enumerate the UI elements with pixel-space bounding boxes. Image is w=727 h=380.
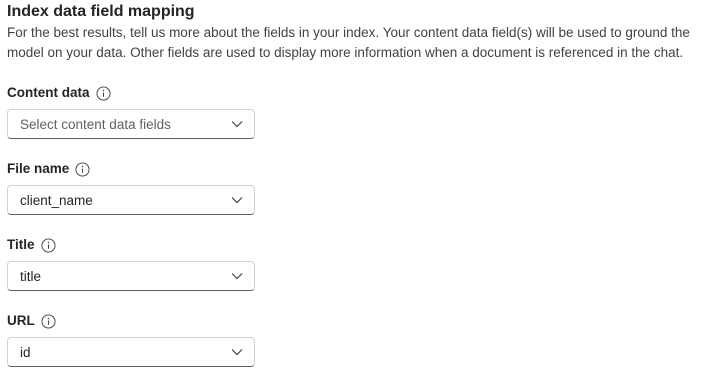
file-name-dropdown[interactable]: client_name: [7, 185, 255, 215]
info-icon[interactable]: [40, 237, 56, 253]
info-icon[interactable]: [41, 313, 56, 329]
file-name-label: File name: [7, 161, 70, 176]
url-label: URL: [7, 313, 35, 328]
title-value: title: [20, 268, 42, 284]
chevron-down-icon: [230, 117, 244, 131]
description-line-1: For the best results, tell us more about…: [7, 25, 690, 40]
file-name-field: File name client_name: [7, 159, 255, 215]
chevron-down-icon: [230, 193, 244, 207]
file-name-value: client_name: [20, 192, 93, 208]
info-icon[interactable]: [75, 161, 90, 177]
title-dropdown[interactable]: title: [7, 261, 255, 291]
field-mapping-panel: Index data field mapping For the best re…: [7, 0, 723, 367]
content-data-placeholder: Select content data fields: [20, 116, 171, 132]
content-data-dropdown[interactable]: Select content data fields: [7, 109, 255, 139]
content-data-field: Content data Select content data fields: [7, 83, 255, 139]
url-value: id: [20, 344, 31, 360]
info-icon[interactable]: [95, 85, 111, 101]
content-data-label: Content data: [7, 85, 90, 100]
content-data-label-row: Content data: [7, 83, 111, 103]
url-label-row: URL: [7, 311, 56, 331]
section-description: For the best results, tell us more about…: [7, 23, 723, 63]
chevron-down-icon: [230, 269, 244, 283]
url-dropdown[interactable]: id: [7, 337, 255, 367]
section-title: Index data field mapping: [7, 3, 195, 20]
chevron-down-icon: [230, 345, 244, 359]
file-name-label-row: File name: [7, 159, 90, 179]
description-line-2: model on your data. Other fields are use…: [7, 45, 684, 60]
title-label: Title: [7, 237, 35, 252]
url-field: URL id: [7, 311, 255, 367]
title-field: Title title: [7, 235, 255, 291]
title-label-row: Title: [7, 235, 56, 255]
